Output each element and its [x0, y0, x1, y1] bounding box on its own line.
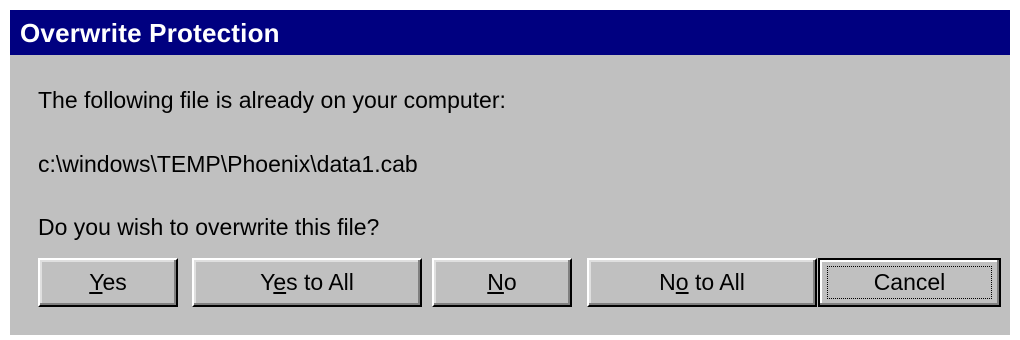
no-button-label: No	[487, 269, 517, 295]
no-to-all-button-label: No to All	[659, 269, 745, 295]
yes-to-all-button-label: Yes to All	[260, 269, 354, 295]
yes-to-all-button[interactable]: Yes to All	[192, 258, 422, 307]
question-text: Do you wish to overwrite this file?	[38, 214, 380, 240]
overwrite-protection-dialog: Overwrite Protection The following file …	[10, 10, 1010, 335]
yes-button[interactable]: Yes	[38, 258, 178, 307]
cancel-button[interactable]: Cancel	[818, 258, 1001, 307]
message-text: The following file is already on your co…	[38, 87, 506, 113]
no-to-all-button[interactable]: No to All	[587, 258, 817, 307]
title-bar[interactable]: Overwrite Protection	[10, 10, 1010, 55]
dialog-title: Overwrite Protection	[20, 18, 280, 48]
yes-button-label: Yes	[89, 269, 127, 295]
no-button[interactable]: No	[432, 258, 572, 307]
cancel-button-label: Cancel	[873, 269, 946, 295]
file-path-text: c:\windows\TEMP\Phoenix\data1.cab	[38, 151, 418, 177]
